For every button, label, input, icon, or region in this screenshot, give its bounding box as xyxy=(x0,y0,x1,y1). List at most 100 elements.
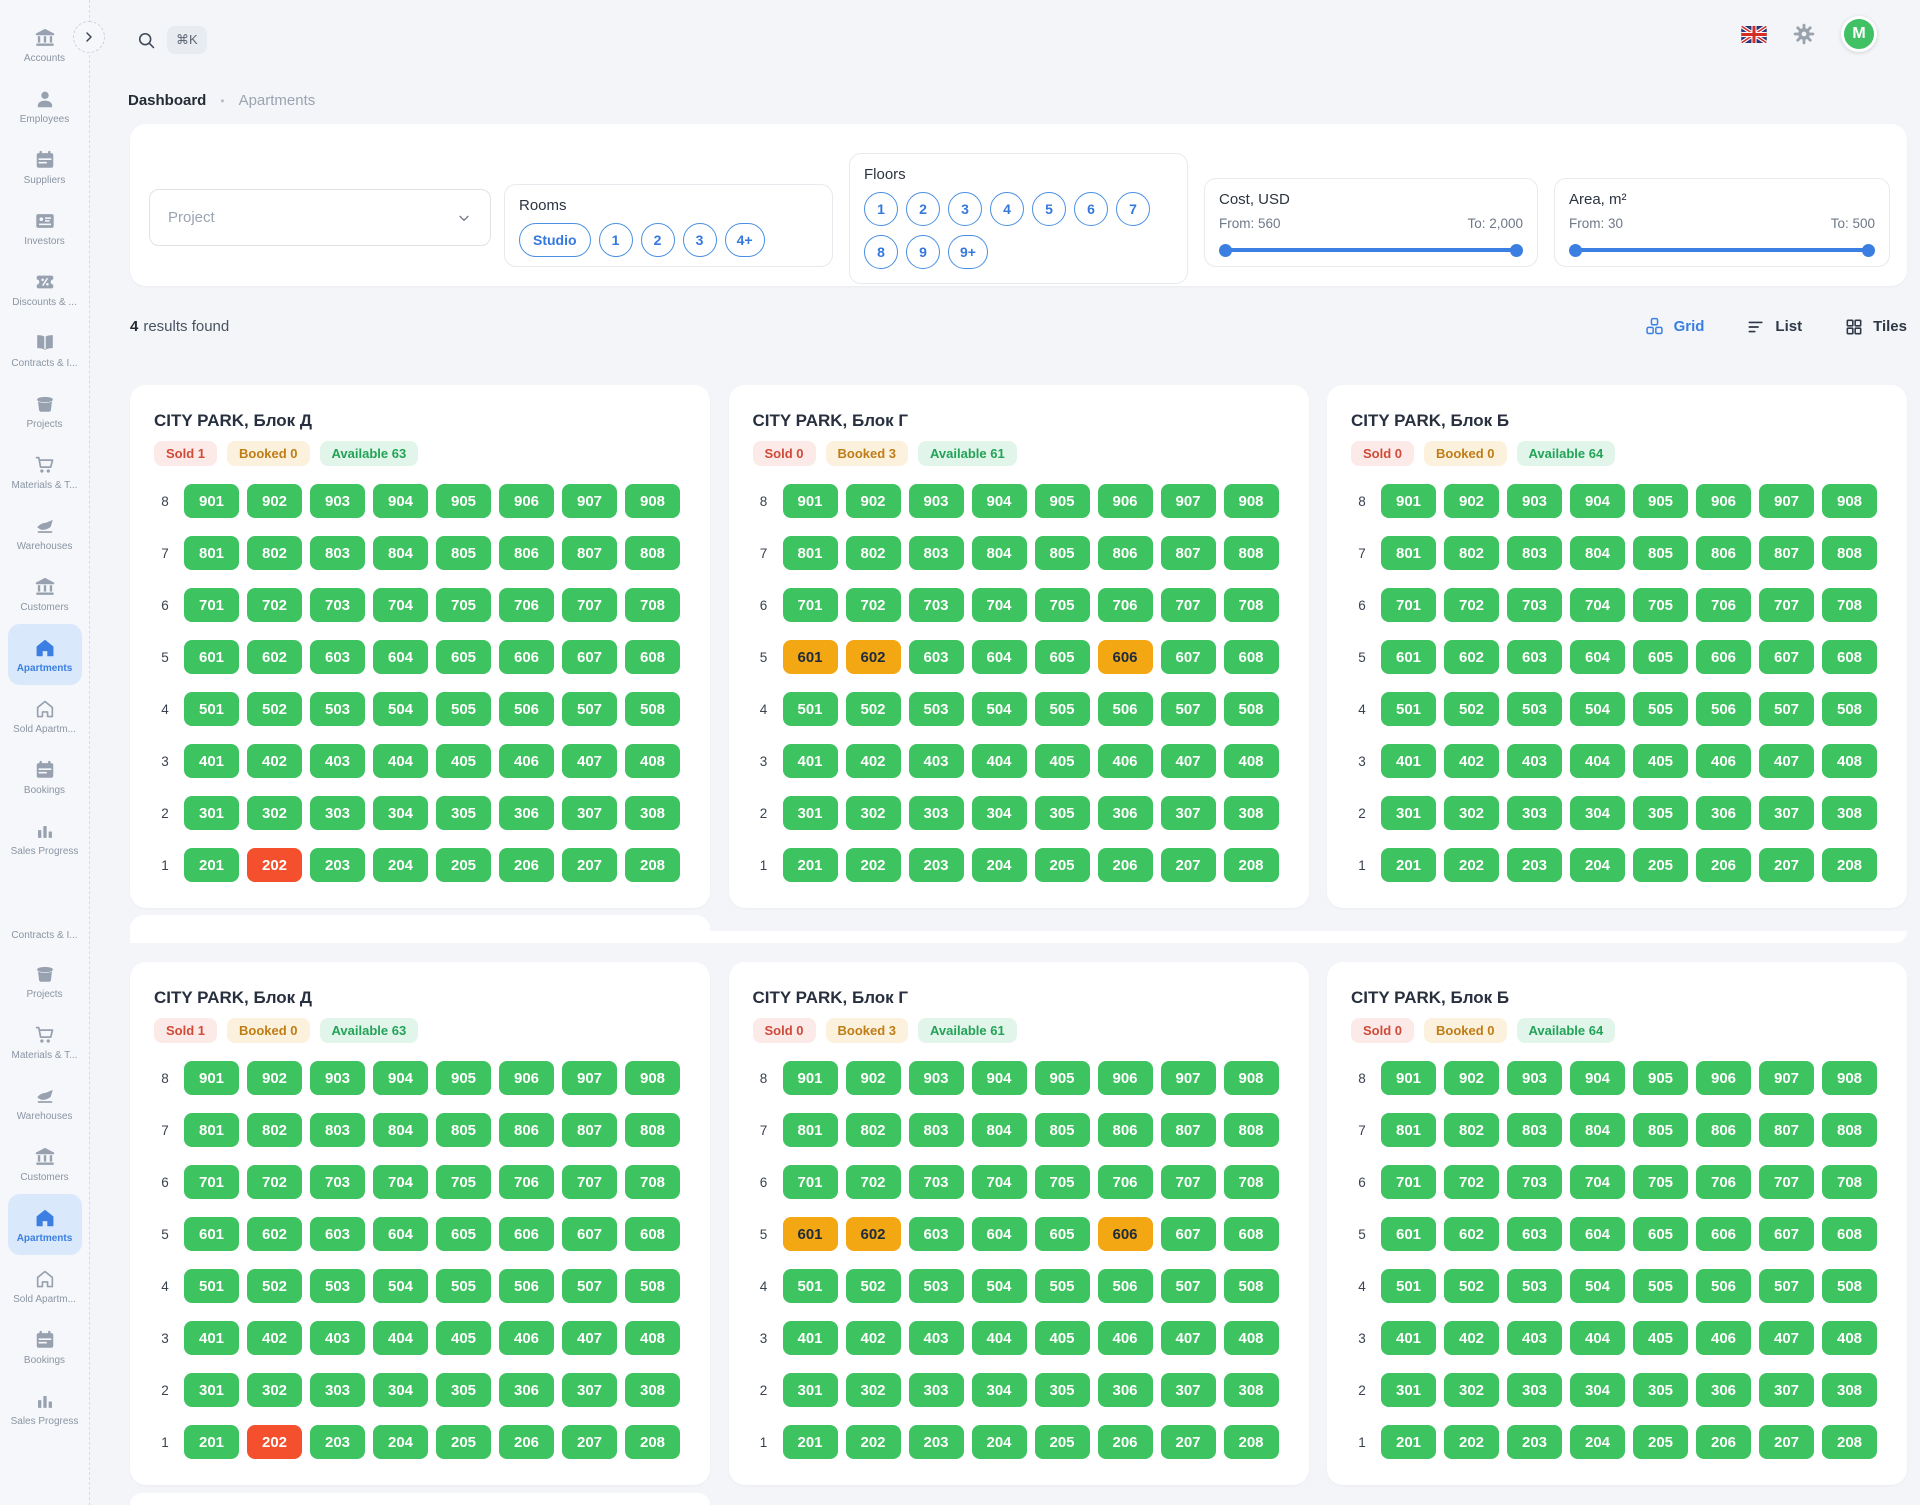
unit-cell-502[interactable]: 502 xyxy=(247,692,302,726)
sidebar-item-customers[interactable]: Customers xyxy=(8,1133,82,1194)
sidebar-item-sales-progress[interactable]: Sales Progress xyxy=(8,1377,82,1438)
unit-cell-203[interactable]: 203 xyxy=(310,848,365,882)
unit-cell-604[interactable]: 604 xyxy=(373,1217,428,1251)
unit-cell-405[interactable]: 405 xyxy=(1633,1321,1688,1355)
unit-cell-904[interactable]: 904 xyxy=(373,484,428,518)
unit-cell-308[interactable]: 308 xyxy=(1224,1373,1279,1407)
unit-cell-507[interactable]: 507 xyxy=(1759,692,1814,726)
unit-cell-701[interactable]: 701 xyxy=(184,1165,239,1199)
unit-cell-708[interactable]: 708 xyxy=(625,1165,680,1199)
unit-cell-407[interactable]: 407 xyxy=(1161,744,1216,778)
unit-cell-706[interactable]: 706 xyxy=(1696,1165,1751,1199)
unit-cell-602[interactable]: 602 xyxy=(247,640,302,674)
unit-cell-904[interactable]: 904 xyxy=(972,1061,1027,1095)
unit-cell-208[interactable]: 208 xyxy=(625,848,680,882)
rooms-option-3[interactable]: 3 xyxy=(683,223,717,257)
unit-cell-508[interactable]: 508 xyxy=(1224,692,1279,726)
unit-cell-407[interactable]: 407 xyxy=(1759,1321,1814,1355)
unit-cell-507[interactable]: 507 xyxy=(562,692,617,726)
sidebar-item-bookings[interactable]: Bookings xyxy=(8,746,82,807)
cost-range-slider[interactable] xyxy=(1219,243,1523,257)
unit-cell-204[interactable]: 204 xyxy=(373,848,428,882)
unit-cell-304[interactable]: 304 xyxy=(373,1373,428,1407)
unit-cell-603[interactable]: 603 xyxy=(909,1217,964,1251)
unit-cell-807[interactable]: 807 xyxy=(562,536,617,570)
unit-cell-502[interactable]: 502 xyxy=(1444,1269,1499,1303)
unit-cell-802[interactable]: 802 xyxy=(247,536,302,570)
unit-cell-606[interactable]: 606 xyxy=(499,640,554,674)
unit-cell-306[interactable]: 306 xyxy=(1696,796,1751,830)
unit-cell-603[interactable]: 603 xyxy=(310,1217,365,1251)
unit-cell-401[interactable]: 401 xyxy=(1381,1321,1436,1355)
unit-cell-401[interactable]: 401 xyxy=(184,744,239,778)
unit-cell-306[interactable]: 306 xyxy=(499,1373,554,1407)
unit-cell-401[interactable]: 401 xyxy=(783,744,838,778)
unit-cell-707[interactable]: 707 xyxy=(562,1165,617,1199)
unit-cell-506[interactable]: 506 xyxy=(1098,692,1153,726)
unit-cell-303[interactable]: 303 xyxy=(1507,796,1562,830)
unit-cell-501[interactable]: 501 xyxy=(1381,1269,1436,1303)
unit-cell-603[interactable]: 603 xyxy=(1507,1217,1562,1251)
unit-cell-603[interactable]: 603 xyxy=(310,640,365,674)
unit-cell-906[interactable]: 906 xyxy=(499,484,554,518)
unit-cell-506[interactable]: 506 xyxy=(499,692,554,726)
unit-cell-601[interactable]: 601 xyxy=(783,640,838,674)
sidebar-item-discounts[interactable]: Discounts & ... xyxy=(8,258,82,319)
unit-cell-806[interactable]: 806 xyxy=(1098,536,1153,570)
unit-cell-906[interactable]: 906 xyxy=(1098,1061,1153,1095)
unit-cell-801[interactable]: 801 xyxy=(1381,536,1436,570)
floors-option-7[interactable]: 7 xyxy=(1116,192,1150,226)
unit-cell-505[interactable]: 505 xyxy=(1633,692,1688,726)
sidebar-item-projects[interactable]: Projects xyxy=(8,950,82,1011)
unit-cell-207[interactable]: 207 xyxy=(562,848,617,882)
unit-cell-904[interactable]: 904 xyxy=(972,484,1027,518)
unit-cell-705[interactable]: 705 xyxy=(1035,588,1090,622)
unit-cell-807[interactable]: 807 xyxy=(1759,1113,1814,1147)
unit-cell-204[interactable]: 204 xyxy=(972,1425,1027,1459)
area-slider-handle-min[interactable] xyxy=(1569,244,1582,257)
unit-cell-404[interactable]: 404 xyxy=(373,744,428,778)
rooms-option-2[interactable]: 2 xyxy=(641,223,675,257)
floors-option-1[interactable]: 1 xyxy=(864,192,898,226)
unit-cell-806[interactable]: 806 xyxy=(1696,536,1751,570)
unit-cell-507[interactable]: 507 xyxy=(1161,692,1216,726)
unit-cell-604[interactable]: 604 xyxy=(972,640,1027,674)
unit-cell-908[interactable]: 908 xyxy=(1822,1061,1877,1095)
unit-cell-702[interactable]: 702 xyxy=(1444,588,1499,622)
unit-cell-302[interactable]: 302 xyxy=(1444,796,1499,830)
unit-cell-303[interactable]: 303 xyxy=(1507,1373,1562,1407)
unit-cell-902[interactable]: 902 xyxy=(846,484,901,518)
view-toggle-tiles[interactable]: Tiles xyxy=(1844,317,1907,337)
unit-cell-204[interactable]: 204 xyxy=(1570,848,1625,882)
unit-cell-208[interactable]: 208 xyxy=(1224,1425,1279,1459)
unit-cell-305[interactable]: 305 xyxy=(1035,796,1090,830)
sidebar-item-accounts[interactable]: Accounts xyxy=(8,14,82,75)
unit-cell-802[interactable]: 802 xyxy=(1444,1113,1499,1147)
unit-cell-607[interactable]: 607 xyxy=(1161,1217,1216,1251)
unit-cell-302[interactable]: 302 xyxy=(846,796,901,830)
unit-cell-406[interactable]: 406 xyxy=(1098,744,1153,778)
unit-cell-406[interactable]: 406 xyxy=(499,1321,554,1355)
rooms-option-4plus[interactable]: 4+ xyxy=(725,223,765,257)
unit-cell-908[interactable]: 908 xyxy=(625,1061,680,1095)
unit-cell-901[interactable]: 901 xyxy=(783,484,838,518)
unit-cell-601[interactable]: 601 xyxy=(1381,1217,1436,1251)
unit-cell-803[interactable]: 803 xyxy=(909,536,964,570)
sidebar-item-apartments[interactable]: Apartments xyxy=(8,1194,82,1255)
unit-cell-907[interactable]: 907 xyxy=(562,484,617,518)
unit-cell-808[interactable]: 808 xyxy=(1224,536,1279,570)
unit-cell-607[interactable]: 607 xyxy=(562,1217,617,1251)
unit-cell-905[interactable]: 905 xyxy=(1633,484,1688,518)
unit-cell-307[interactable]: 307 xyxy=(1161,796,1216,830)
unit-cell-201[interactable]: 201 xyxy=(783,1425,838,1459)
unit-cell-608[interactable]: 608 xyxy=(1822,640,1877,674)
unit-cell-602[interactable]: 602 xyxy=(846,1217,901,1251)
unit-cell-906[interactable]: 906 xyxy=(1696,484,1751,518)
unit-cell-907[interactable]: 907 xyxy=(1759,484,1814,518)
unit-cell-202[interactable]: 202 xyxy=(1444,848,1499,882)
sidebar-item-sold-apartm[interactable]: Sold Apartm... xyxy=(8,685,82,746)
unit-cell-502[interactable]: 502 xyxy=(247,1269,302,1303)
unit-cell-406[interactable]: 406 xyxy=(499,744,554,778)
unit-cell-707[interactable]: 707 xyxy=(1161,1165,1216,1199)
unit-cell-707[interactable]: 707 xyxy=(1759,1165,1814,1199)
